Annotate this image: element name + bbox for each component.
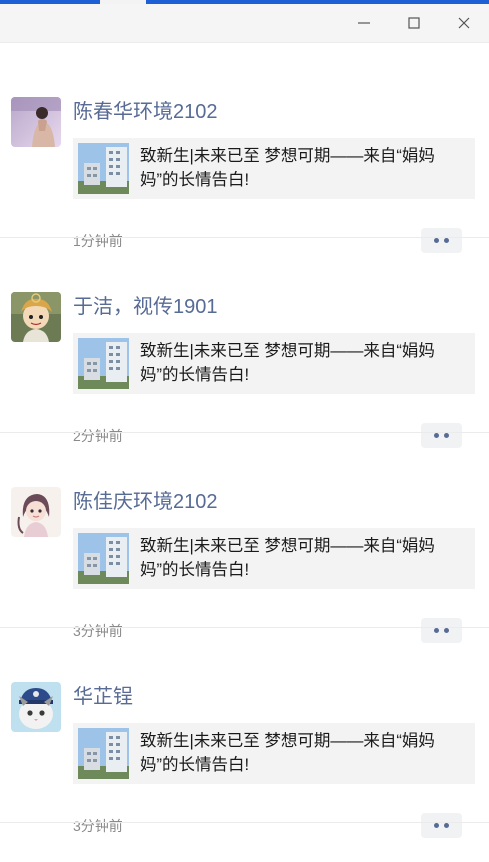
dot-icon — [434, 823, 439, 828]
moment-item: 华芷锃 致新生|未来已至 梦想可期——来自“娟妈妈”的长情告白! 3分钟前 — [0, 628, 489, 838]
avatar[interactable] — [11, 487, 61, 537]
article-title: 致新生|未来已至 梦想可期——来自“娟妈妈”的长情告白! — [140, 147, 435, 189]
maximize-button[interactable] — [389, 4, 439, 42]
campus-building-image — [78, 533, 129, 584]
more-actions-button[interactable] — [421, 813, 462, 838]
moment-item: 陈春华环境2102 致新生|未来已至 梦想可期——来自“娟妈妈”的长情告白! 1… — [0, 43, 489, 253]
avatar-image — [11, 97, 61, 147]
campus-building-image — [78, 728, 129, 779]
moment-item: 于洁，视传1901 致新生|未来已至 梦想可期——来自“娟妈妈”的长情告白! 2… — [0, 238, 489, 448]
article-title: 致新生|未来已至 梦想可期——来自“娟妈妈”的长情告白! — [140, 342, 435, 384]
window-titlebar — [0, 4, 489, 43]
article-title: 致新生|未来已至 梦想可期——来自“娟妈妈”的长情告白! — [140, 537, 435, 579]
campus-building-image — [78, 338, 129, 389]
article-thumbnail — [78, 728, 129, 779]
shared-article-card[interactable]: 致新生|未来已至 梦想可期——来自“娟妈妈”的长情告白! — [73, 528, 475, 589]
shared-article-card[interactable]: 致新生|未来已至 梦想可期——来自“娟妈妈”的长情告白! — [73, 723, 475, 784]
avatar[interactable] — [11, 682, 61, 732]
avatar[interactable] — [11, 97, 61, 147]
post-time: 3分钟前 — [73, 818, 123, 834]
author-name[interactable]: 陈春华环境2102 — [73, 99, 218, 125]
avatar-image — [11, 292, 61, 342]
close-icon — [458, 17, 470, 29]
minimize-icon — [358, 22, 370, 24]
avatar[interactable] — [11, 292, 61, 342]
avatar-image — [11, 487, 61, 537]
author-name[interactable]: 华芷锃 — [73, 684, 133, 710]
campus-building-image — [78, 143, 129, 194]
article-thumbnail — [78, 143, 129, 194]
close-button[interactable] — [439, 4, 489, 42]
maximize-icon — [408, 17, 420, 29]
author-name[interactable]: 于洁，视传1901 — [73, 294, 218, 320]
moment-item: 陈佳庆环境2102 致新生|未来已至 梦想可期——来自“娟妈妈”的长情告白! 3… — [0, 433, 489, 643]
article-title: 致新生|未来已至 梦想可期——来自“娟妈妈”的长情告白! — [140, 732, 435, 774]
article-thumbnail — [78, 533, 129, 584]
avatar-image — [11, 682, 61, 732]
shared-article-card[interactable]: 致新生|未来已至 梦想可期——来自“娟妈妈”的长情告白! — [73, 333, 475, 394]
shared-article-card[interactable]: 致新生|未来已至 梦想可期——来自“娟妈妈”的长情告白! — [73, 138, 475, 199]
article-thumbnail — [78, 338, 129, 389]
minimize-button[interactable] — [339, 4, 389, 42]
author-name[interactable]: 陈佳庆环境2102 — [73, 489, 218, 515]
dot-icon — [444, 823, 449, 828]
